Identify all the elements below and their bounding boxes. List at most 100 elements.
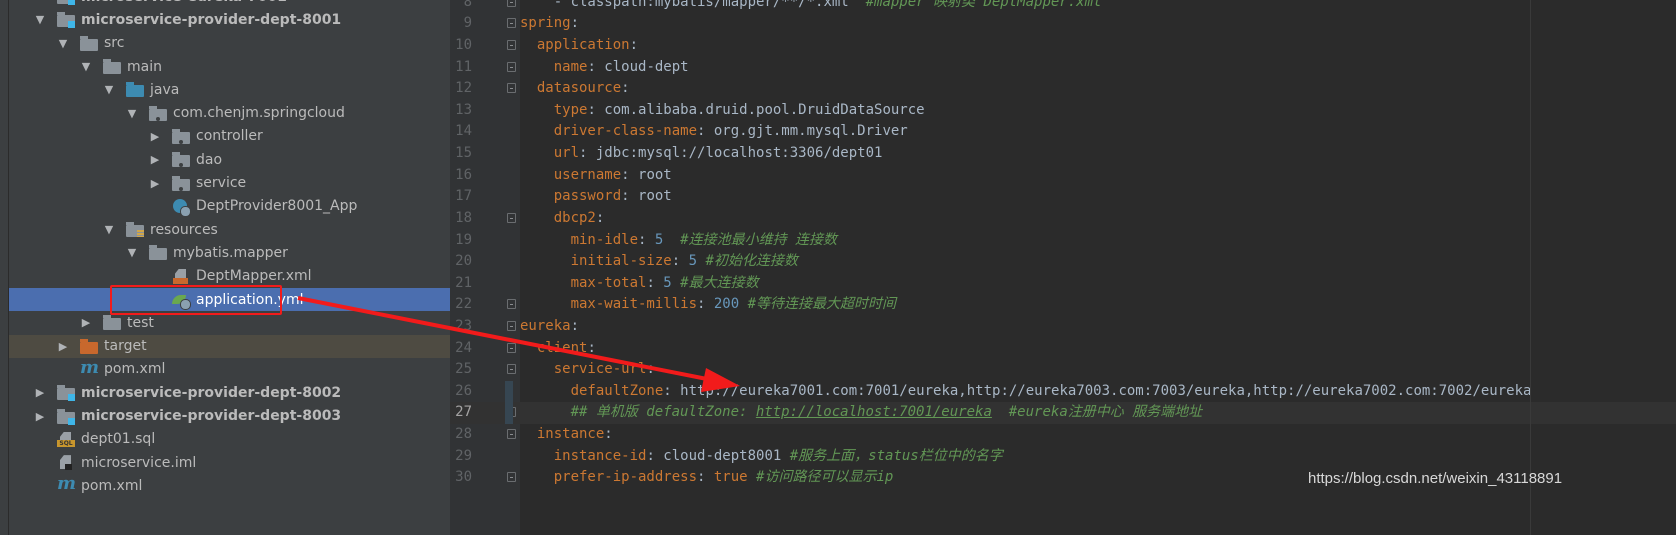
yaml-key: max-wait-millis xyxy=(570,296,698,313)
code-line[interactable]: 11 name: cloud-dept xyxy=(450,57,1676,79)
tree-item[interactable]: ▼ java xyxy=(9,78,450,101)
tree-item[interactable]: microservice.iml xyxy=(9,451,450,474)
fold-marker-icon[interactable] xyxy=(507,364,516,375)
tree-item[interactable]: m pom.xml xyxy=(9,474,450,497)
code-editor[interactable]: 8 - classpath:mybatis/mapper/**/*.xml #m… xyxy=(450,0,1676,535)
sql-file-icon: SQL xyxy=(57,431,75,447)
fold-marker-icon[interactable] xyxy=(507,212,516,223)
collapse-arrow-right-icon[interactable]: ▶ xyxy=(79,316,93,330)
code-line[interactable]: 25 service-url: xyxy=(450,359,1676,381)
fold-marker-icon[interactable] xyxy=(507,299,516,310)
yaml-key: driver-class-name xyxy=(553,123,698,140)
code-line[interactable]: 24 client: xyxy=(450,338,1676,360)
tree-item[interactable]: ▶ target xyxy=(9,334,450,358)
fold-marker-icon[interactable] xyxy=(507,321,516,331)
code-line[interactable]: 12 datasource: xyxy=(450,78,1676,100)
tree-item[interactable]: SQL dept01.sql xyxy=(9,428,450,451)
tree-item[interactable]: microservice-eureka-7001 xyxy=(9,0,450,8)
tree-item[interactable]: m pom.xml xyxy=(9,358,450,381)
expand-arrow-down-icon[interactable]: ▼ xyxy=(125,106,139,120)
code-line[interactable]: 16 username: root xyxy=(450,165,1676,187)
code-line[interactable]: 13 type: com.alibaba.druid.pool.DruidDat… xyxy=(450,100,1676,122)
tree-item[interactable]: ▶ service xyxy=(9,171,450,194)
code-text: max-wait-millis: 200 #等待连接最大超时时间 xyxy=(520,294,896,316)
tree-item[interactable]: ▼ com.chenjm.springcloud xyxy=(9,102,450,125)
tree-item-label: java xyxy=(150,81,180,98)
code-line[interactable]: 29 instance-id: cloud-dept8001 #服务上面，sta… xyxy=(450,446,1676,468)
line-number: 22 xyxy=(455,296,472,313)
yaml-key: application xyxy=(536,36,630,53)
code-line[interactable]: 20 initial-size: 5 #初始化连接数 xyxy=(450,251,1676,273)
tree-item[interactable]: ▼ src xyxy=(9,32,450,55)
code-line[interactable]: 28 instance: xyxy=(450,424,1676,446)
tree-item[interactable]: DeptProvider8001_App xyxy=(9,195,450,218)
expand-arrow-down-icon[interactable]: ▼ xyxy=(56,36,70,50)
code-line[interactable]: 14 driver-class-name: org.gjt.mm.mysql.D… xyxy=(450,121,1676,143)
tree-item[interactable]: ▶ controller xyxy=(9,125,450,148)
code-text: eureka: xyxy=(520,316,579,338)
yaml-key: true xyxy=(713,469,748,486)
yaml-key: dbcp2 xyxy=(553,209,596,226)
tree-item[interactable]: ▶ dao xyxy=(9,148,450,171)
tree-item[interactable]: ▶ microservice-provider-dept-8002 xyxy=(9,381,450,404)
code-line[interactable]: 22 max-wait-millis: 200 #等待连接最大超时时间 xyxy=(450,294,1676,316)
fold-marker-icon[interactable] xyxy=(507,342,516,353)
fold-marker-icon[interactable] xyxy=(507,39,516,50)
tree-item[interactable]: ▼ main xyxy=(9,55,450,78)
line-number: 25 xyxy=(455,361,472,378)
expand-arrow-down-icon[interactable]: ▼ xyxy=(33,13,47,27)
code-line[interactable]: 26 defaultZone: http://eureka7001.com:70… xyxy=(450,381,1676,403)
module-folder-icon xyxy=(57,408,75,425)
collapse-arrow-right-icon[interactable]: ▶ xyxy=(148,153,162,167)
yaml-key: type xyxy=(553,101,588,118)
fold-marker-icon[interactable] xyxy=(507,83,516,94)
code-text: password: root xyxy=(520,186,672,208)
line-number: 16 xyxy=(455,166,472,183)
code-line[interactable]: 17 password: root xyxy=(450,186,1676,208)
code-line[interactable]: 10 application: xyxy=(450,35,1676,57)
tree-item[interactable]: ▶ microservice-provider-dept-8003 xyxy=(9,404,450,427)
collapse-arrow-right-icon[interactable]: ▶ xyxy=(33,386,47,400)
collapse-arrow-right-icon[interactable]: ▶ xyxy=(56,339,70,353)
collapse-arrow-right-icon[interactable]: ▶ xyxy=(33,409,47,423)
expand-arrow-down-icon[interactable]: ▼ xyxy=(125,246,139,260)
code-line[interactable]: 18 dbcp2: xyxy=(450,208,1676,230)
expand-arrow-down-icon[interactable]: ▼ xyxy=(79,60,93,74)
spring-boot-class-icon xyxy=(172,198,191,217)
code-text: username: root xyxy=(520,165,672,187)
code-line[interactable]: 27 ## 单机版 defaultZone: http://localhost:… xyxy=(450,402,1676,425)
code-line[interactable]: 19 min-idle: 5 #连接池最小维持 连接数 xyxy=(450,230,1676,252)
fold-marker-icon[interactable] xyxy=(507,472,516,483)
code-line[interactable]: 21 max-total: 5 #最大连接数 xyxy=(450,273,1676,295)
fold-marker-icon[interactable] xyxy=(507,18,516,29)
expand-arrow-down-icon[interactable]: ▼ xyxy=(102,83,116,97)
tree-item[interactable]: ▼ microservice-provider-dept-8001 xyxy=(9,8,450,31)
line-number: 30 xyxy=(455,469,472,486)
maven-icon: m xyxy=(57,473,77,495)
code-line[interactable]: 23 eureka: xyxy=(450,316,1676,338)
fold-marker-icon[interactable] xyxy=(507,429,516,440)
yaml-key: max-total xyxy=(570,274,647,291)
code-text: application: xyxy=(520,35,638,57)
tree-item[interactable]: ▼ mybatis.mapper xyxy=(9,241,450,264)
yaml-comment[interactable]: http://localhost:7001/eureka xyxy=(756,404,992,420)
code-text: dbcp2: xyxy=(520,208,605,230)
code-line[interactable]: 8 - classpath:mybatis/mapper/**/*.xml #m… xyxy=(450,0,1676,13)
yaml-key: url xyxy=(553,145,580,162)
collapse-arrow-right-icon[interactable]: ▶ xyxy=(148,129,162,143)
fold-marker-icon[interactable] xyxy=(507,61,516,72)
expand-arrow-down-icon[interactable]: ▼ xyxy=(102,223,116,237)
yaml-number: 5 xyxy=(663,274,672,291)
tree-item-label: com.chenjm.springcloud xyxy=(173,105,345,122)
tree-item[interactable]: ▼ resources xyxy=(9,218,450,241)
line-number: 19 xyxy=(455,231,472,248)
code-text: ## 单机版 defaultZone: http://localhost:700… xyxy=(520,402,1203,424)
collapse-arrow-right-icon[interactable]: ▶ xyxy=(148,176,162,190)
tree-item-label: resources xyxy=(150,221,218,238)
code-line[interactable]: 15 url: jdbc:mysql://localhost:3306/dept… xyxy=(450,143,1676,165)
yaml-key: instance xyxy=(536,426,605,443)
code-line[interactable]: 9 spring: xyxy=(450,13,1676,35)
fold-marker-icon[interactable] xyxy=(507,0,516,7)
